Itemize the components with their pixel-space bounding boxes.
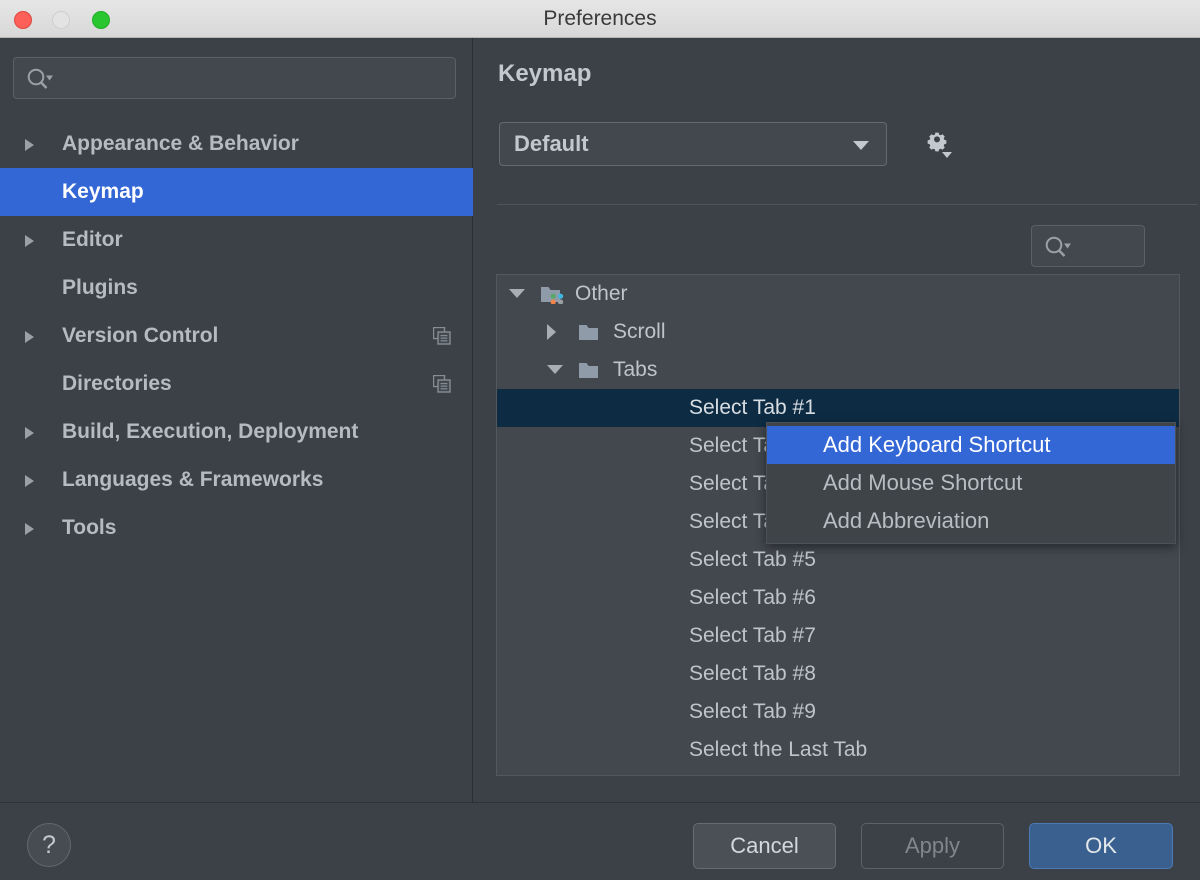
folder-icon	[579, 363, 598, 378]
context-menu-item[interactable]: Add Mouse Shortcut	[767, 464, 1175, 502]
sidebar-item-plugins[interactable]: Plugins	[0, 264, 473, 312]
panel-divider	[497, 204, 1197, 205]
sidebar-item-label: Plugins	[62, 276, 138, 299]
other-folder-icon	[541, 287, 564, 304]
tree-row[interactable]: Tabs	[497, 351, 1179, 389]
page-title: Keymap	[498, 60, 592, 87]
tree-row-label: Select the Last Tab	[689, 738, 868, 761]
tree-row[interactable]: Select Tab #5	[497, 541, 1179, 579]
sidebar-item-appearance-behavior[interactable]: Appearance & Behavior	[0, 120, 473, 168]
tree-row[interactable]: Select Tab #9	[497, 693, 1179, 731]
chevron-right-icon[interactable]	[25, 139, 34, 151]
window-titlebar: Preferences	[0, 0, 1200, 38]
chevron-down-icon[interactable]	[509, 289, 525, 298]
dialog-footer: ? Cancel Apply OK	[0, 802, 1200, 880]
apply-button[interactable]: Apply	[861, 823, 1004, 869]
sidebar-search-input[interactable]	[13, 57, 456, 99]
keymap-dropdown[interactable]: Default	[499, 122, 887, 166]
help-button[interactable]: ?	[27, 823, 71, 867]
keymap-panel: Keymap Default ›› ›› OtherScr	[474, 38, 1200, 802]
chevron-right-icon[interactable]	[547, 324, 556, 340]
sidebar-item-label: Languages & Frameworks	[62, 468, 324, 491]
sidebar-item-label: Tools	[62, 516, 117, 539]
ok-button[interactable]: OK	[1029, 823, 1173, 869]
cancel-button[interactable]: Cancel	[693, 823, 836, 869]
sidebar-item-version-control[interactable]: Version Control	[0, 312, 473, 360]
sidebar-item-keymap[interactable]: Keymap	[0, 168, 473, 216]
search-icon	[1045, 236, 1071, 257]
context-menu: Add Keyboard Shortcut Add Mouse Shortcut A…	[766, 422, 1176, 544]
sidebar-item-label: Keymap	[62, 180, 144, 203]
tree-row-label: Select Tab #5	[689, 548, 816, 571]
keymap-search-input[interactable]	[1031, 225, 1145, 267]
tree-row-label: Other	[575, 282, 628, 305]
copy-icon	[433, 327, 451, 345]
chevron-right-icon[interactable]	[25, 235, 34, 247]
window-title: Preferences	[543, 7, 657, 30]
sidebar-item-label: Version Control	[62, 324, 219, 347]
context-menu-item[interactable]: Add Keyboard Shortcut	[767, 426, 1175, 464]
tree-row-label: Tabs	[613, 358, 658, 381]
chevron-down-icon	[853, 141, 869, 150]
folder-icon	[579, 325, 598, 340]
tree-row-label: Select Tab #7	[689, 624, 816, 647]
sidebar-item-editor[interactable]: Editor	[0, 216, 473, 264]
tree-row[interactable]: Other	[497, 275, 1179, 313]
tree-row-label: Select Tab #9	[689, 700, 816, 723]
sidebar-item-label: Build, Execution, Deployment	[62, 420, 359, 443]
chevron-right-icon[interactable]	[25, 427, 34, 439]
chevron-right-icon[interactable]	[25, 475, 34, 487]
tree-row[interactable]: Scroll	[497, 313, 1179, 351]
sidebar-item-list: Appearance & Behavior Keymap Editor Plugins…	[0, 120, 473, 552]
tree-row[interactable]: Select Tab #6	[497, 579, 1179, 617]
tree-row[interactable]: Select Tab #7	[497, 617, 1179, 655]
sidebar-item-directories[interactable]: Directories	[0, 360, 473, 408]
sidebar-item-label: Editor	[62, 228, 123, 251]
gear-icon	[927, 132, 952, 158]
keymap-dropdown-value: Default	[514, 131, 589, 156]
search-icon	[27, 68, 53, 89]
chevron-down-icon[interactable]	[547, 365, 563, 374]
tree-row[interactable]: Select Tab #8	[497, 655, 1179, 693]
sidebar-item-languages-frameworks[interactable]: Languages & Frameworks	[0, 456, 473, 504]
tree-row-label: Select Tab #8	[689, 662, 816, 685]
context-menu-item[interactable]: Add Abbreviation	[767, 502, 1175, 540]
sidebar-item-label: Directories	[62, 372, 172, 395]
sidebar-item-build-execution-deployment[interactable]: Build, Execution, Deployment	[0, 408, 473, 456]
tree-row[interactable]: Select the Last Tab	[497, 731, 1179, 769]
keymap-settings-button[interactable]	[914, 122, 960, 166]
sidebar-item-label: Appearance & Behavior	[62, 132, 299, 155]
dialog-body: Appearance & Behavior Keymap Editor Plugins…	[0, 38, 1200, 802]
chevron-right-icon[interactable]	[25, 331, 34, 343]
settings-sidebar: Appearance & Behavior Keymap Editor Plugins…	[0, 38, 473, 802]
copy-icon	[433, 375, 451, 393]
tree-row-label: Scroll	[613, 320, 666, 343]
tree-row-label: Select Tab #6	[689, 586, 816, 609]
sidebar-item-tools[interactable]: Tools	[0, 504, 473, 552]
chevron-right-icon[interactable]	[25, 523, 34, 535]
